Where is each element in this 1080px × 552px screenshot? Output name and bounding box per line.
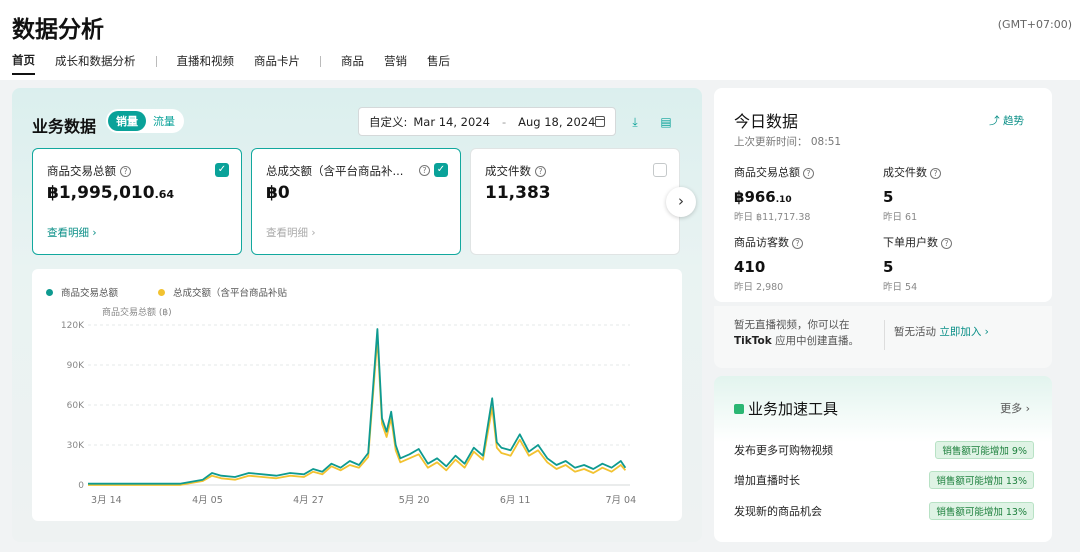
kpi-label: 总成交额（含平台商品补... [266, 164, 404, 178]
x-tick-label: 5月 20 [399, 495, 430, 506]
trend-icon: ⤴ [989, 115, 1000, 127]
business-data-title: 业务数据 [32, 117, 97, 136]
tool-row-videos[interactable]: 发布更多可购物视频 销售额可能增加 9% [734, 440, 1034, 460]
date-separator: - [501, 114, 507, 129]
view-details-link-disabled: 查看明细 › [266, 227, 316, 239]
help-icon[interactable]: ? [803, 168, 814, 179]
x-tick-label: 3月 14 [91, 495, 122, 506]
tab-home[interactable]: 首页 [12, 52, 35, 75]
uplift-badge: 销售额可能增加 13% [929, 502, 1034, 520]
next-cards-button[interactable]: › [666, 187, 696, 217]
date-range-label: 自定义: [369, 114, 408, 129]
kpi-value: 11,383 [485, 183, 551, 203]
kpi-value: ฿1,995,010.64 [47, 183, 175, 203]
live-status-panel: 暂无直播视频，你可以在 TikTok 应用中创建直播。 暂无活动 立即加入 › [714, 306, 1052, 368]
main-nav: 首页 成长和数据分析 直播和视频 商品卡片 商品 营销 售后 [12, 52, 470, 75]
tab-products[interactable]: 商品 [341, 53, 364, 74]
tool-row-live-duration[interactable]: 增加直播时长 销售额可能增加 13% [734, 470, 1034, 490]
help-icon[interactable]: ? [930, 168, 941, 179]
kpi-card-items-sold[interactable]: 成交件数? 11,383 [470, 148, 680, 255]
trend-chart: 商品交易总额 总成交额（含平台商品补贴 商品交易总额 (฿) 0 30K 60K 90… [32, 269, 682, 521]
toggle-traffic[interactable]: 流量 [146, 111, 182, 131]
tab-growth[interactable]: 成长和数据分析 [55, 53, 136, 74]
y-tick-label: 120K [61, 321, 85, 331]
report-icon[interactable]: ▤ [660, 116, 672, 128]
metric-buyers[interactable]: 下单用户数? 5 昨日 54 [883, 234, 1023, 293]
tab-product-card[interactable]: 商品卡片 [254, 53, 300, 74]
kpi-label: 商品交易总额? [47, 163, 131, 179]
date-range-picker[interactable]: 自定义: Mar 14, 2024 - Aug 18, 2024 [358, 107, 616, 136]
today-data-card: 今日数据 上次更新时间： 08:51 ⤴ 趋势 商品交易总额? ฿966.10 … [714, 88, 1052, 302]
view-details-link[interactable]: 查看明细 › [47, 225, 97, 240]
activity-status: 暂无活动 立即加入 › [894, 326, 989, 338]
divider [884, 320, 885, 350]
help-icon[interactable]: ? [941, 238, 952, 249]
uplift-badge: 销售额可能增加 9% [935, 441, 1034, 459]
toggle-sales[interactable]: 销量 [108, 111, 146, 131]
page-title: 数据分析 [12, 17, 104, 43]
series-line [88, 337, 627, 486]
y-tick-label: 90K [67, 361, 85, 371]
date-end: Aug 18, 2024 [518, 114, 596, 129]
chart-canvas: 0 30K 60K 90K 120K 3月 14 4月 05 4月 27 5月 20 6月 11 7… [61, 321, 636, 506]
x-tick-label: 7月 04 [605, 495, 636, 506]
tab-after-sales[interactable]: 售后 [427, 53, 450, 74]
x-tick-label: 6月 11 [500, 495, 531, 506]
nav-divider [320, 55, 321, 67]
rocket-icon [734, 404, 744, 414]
nav-divider [155, 55, 157, 67]
help-icon[interactable]: ? [419, 165, 430, 176]
growth-tools-card: 业务加速工具 更多 › 发布更多可购物视频 销售额可能增加 9% 增加直播时长 销售… [714, 376, 1052, 542]
tools-title: 业务加速工具 [734, 398, 838, 419]
kpi-card-total-sales[interactable]: 总成交额（含平台商品补... ? ✓ ฿0 查看明细 › [251, 148, 461, 255]
live-empty-text: 暂无直播视频，你可以在 TikTok 应用中创建直播。 [734, 319, 860, 347]
metric-toggle: 销量 流量 [106, 109, 184, 133]
calendar-icon [595, 116, 605, 127]
business-data-card: 业务数据 销量 流量 自定义: Mar 14, 2024 - Aug 18, 2… [12, 88, 702, 542]
kpi-card-gmv[interactable]: 商品交易总额? ✓ ฿1,995,010.64 查看明细 › [32, 148, 242, 255]
last-updated: 上次更新时间： 08:51 [734, 136, 842, 148]
checkbox-unchecked-icon[interactable] [653, 163, 667, 177]
join-now-link[interactable]: 立即加入 › [939, 326, 989, 338]
tool-row-product-opportunities[interactable]: 发现新的商品机会 销售额可能增加 13% [734, 501, 1034, 521]
y-tick-label: 30K [67, 441, 85, 451]
trend-link[interactable]: ⤴ 趋势 [989, 113, 1024, 128]
date-start: Mar 14, 2024 [413, 114, 490, 129]
x-tick-label: 4月 27 [293, 495, 324, 506]
help-icon[interactable]: ? [792, 238, 803, 249]
more-link[interactable]: 更多 › [1000, 400, 1030, 416]
y-tick-label: 60K [67, 401, 85, 411]
top-bar: 数据分析 (GMT+07:00) 首页 成长和数据分析 直播和视频 商品卡片 商… [0, 0, 1080, 80]
tab-live-video[interactable]: 直播和视频 [177, 53, 235, 74]
metric-items-sold[interactable]: 成交件数? 5 昨日 61 [883, 164, 1023, 223]
metric-gmv[interactable]: 商品交易总额? ฿966.10 昨日 ฿11,717.38 [734, 164, 874, 223]
metric-visitors[interactable]: 商品访客数? 410 昨日 2,980 [734, 234, 874, 293]
help-icon[interactable]: ? [535, 166, 546, 177]
tab-marketing[interactable]: 营销 [384, 53, 407, 74]
today-title: 今日数据 [734, 112, 799, 131]
uplift-badge: 销售额可能增加 13% [929, 471, 1034, 489]
kpi-label: 成交件数? [485, 163, 546, 179]
kpi-value: ฿0 [266, 183, 290, 203]
y-tick-label: 0 [78, 481, 84, 491]
help-icon[interactable]: ? [120, 166, 131, 177]
x-tick-label: 4月 05 [192, 495, 223, 506]
download-icon[interactable]: ⤓ [629, 116, 641, 128]
timezone-label: (GMT+07:00) [997, 18, 1072, 31]
checkbox-checked-icon[interactable]: ✓ [215, 163, 229, 177]
checkbox-checked-icon[interactable]: ✓ [434, 163, 448, 177]
